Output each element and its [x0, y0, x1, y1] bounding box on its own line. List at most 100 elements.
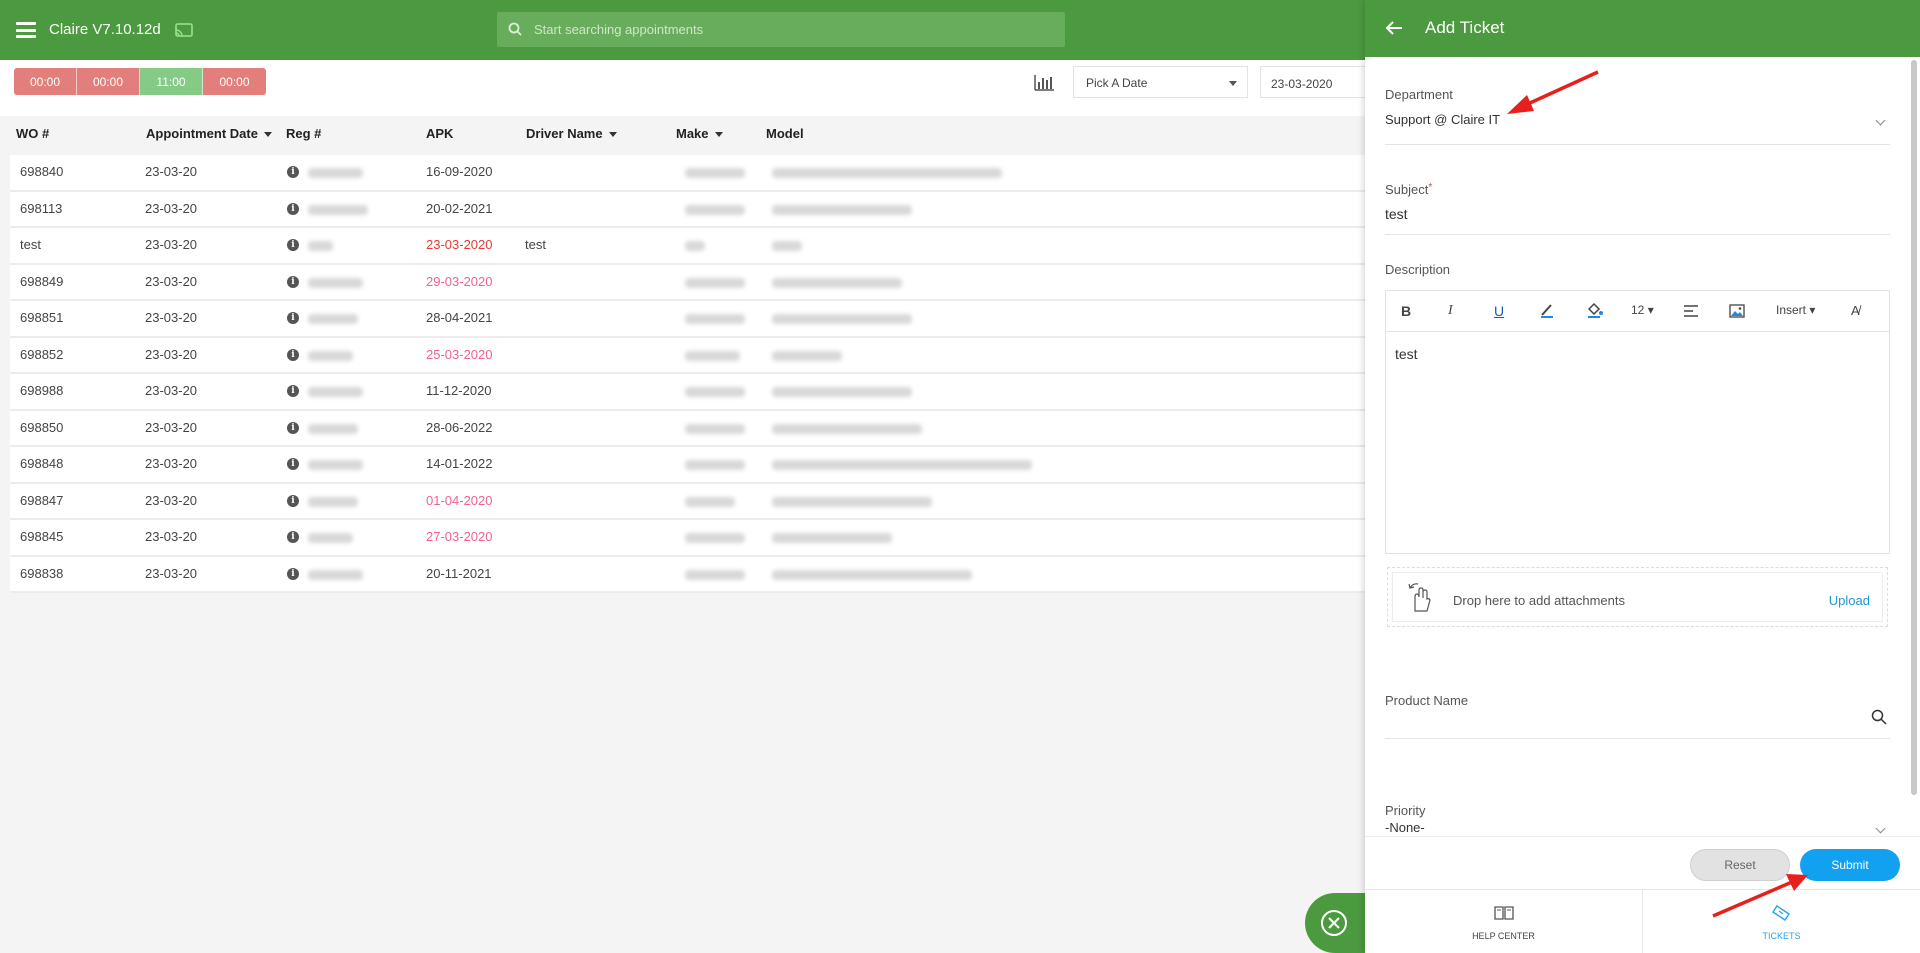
chat-fab[interactable]	[1305, 893, 1367, 953]
department-select[interactable]: Support @ Claire IT	[1385, 112, 1500, 127]
redacted-reg	[308, 533, 353, 543]
col-driver-name-label: Driver Name	[526, 126, 603, 141]
fill-color-icon[interactable]	[1586, 302, 1604, 318]
nav-help-center-label: HELP CENTER	[1472, 931, 1535, 941]
table-row[interactable]: test 23-03-20 i 23-03-2020 test	[10, 228, 1365, 265]
info-icon[interactable]: i	[287, 348, 299, 361]
table-row[interactable]: 698988 23-03-20 i 11-12-2020	[10, 374, 1365, 411]
col-appointment-date[interactable]: Appointment Date	[146, 126, 272, 141]
col-apk-label: APK	[426, 126, 454, 141]
attachment-dropzone[interactable]: Drop here to add attachments Upload	[1387, 567, 1888, 627]
cast-icon[interactable]	[175, 23, 193, 39]
redacted-reg	[308, 569, 363, 580]
date-field[interactable]: 23-03-2020	[1260, 66, 1380, 98]
col-reg[interactable]: Reg #	[286, 126, 321, 141]
col-make-label: Make	[676, 126, 709, 141]
info-icon[interactable]: i	[287, 275, 299, 288]
priority-select[interactable]: -None-	[1385, 820, 1425, 835]
font-size-value: 12	[1631, 303, 1645, 317]
table-row[interactable]: 698845 23-03-20 i 27-03-2020	[10, 520, 1365, 557]
time-slot[interactable]: 00:00	[77, 68, 140, 95]
cell-apk: 20-02-2021	[426, 200, 493, 216]
pick-date-select[interactable]: Pick A Date	[1073, 66, 1248, 98]
attachment-dropzone-inner: Drop here to add attachments Upload	[1392, 572, 1883, 622]
table-row[interactable]: 698848 23-03-20 i 14-01-2022	[10, 447, 1365, 484]
redacted-make	[685, 496, 735, 507]
time-slot[interactable]: 11:00	[140, 68, 203, 95]
redacted-make	[685, 241, 705, 251]
cell-appointment-date: 23-03-20	[145, 529, 198, 544]
redacted-reg	[308, 423, 358, 434]
annotation-arrow	[1507, 70, 1599, 114]
info-icon[interactable]: i	[287, 239, 299, 251]
table-row[interactable]: 698838 23-03-20 i 20-11-2021	[10, 556, 1365, 593]
time-slot[interactable]: 00:00	[203, 68, 266, 95]
info-icon[interactable]: i	[287, 567, 299, 580]
upload-link[interactable]: Upload	[1829, 593, 1870, 608]
back-arrow-icon[interactable]	[1385, 20, 1403, 36]
table-row[interactable]: 698850 23-03-20 i 28-06-2022	[10, 410, 1365, 447]
table-row[interactable]: 698851 23-03-20 i 28-04-2021	[10, 301, 1365, 338]
bar-chart-icon[interactable]	[1034, 74, 1054, 91]
col-wo[interactable]: WO #	[16, 126, 49, 141]
col-apk[interactable]: APK	[426, 126, 453, 141]
table-row[interactable]: 698113 23-03-20 i 20-02-2021	[10, 191, 1365, 228]
controls-row: 00:00 00:00 11:00 00:00 Pick A Date 23-03-2…	[0, 60, 1380, 116]
font-size-select[interactable]: 12 ▾	[1631, 303, 1654, 317]
attachment-hint: Drop here to add attachments	[1453, 593, 1625, 608]
info-icon[interactable]: i	[287, 385, 299, 397]
cell-wo: 698852	[20, 346, 64, 362]
cell-wo: 698847	[20, 492, 64, 508]
italic-button[interactable]: I	[1448, 303, 1453, 319]
redacted-make	[685, 423, 745, 434]
col-driver-name[interactable]: Driver Name	[526, 126, 617, 141]
cell-appointment-date: 23-03-20	[145, 310, 198, 325]
table-row[interactable]: 698840 23-03-20 i 16-09-2020	[10, 155, 1365, 192]
row-bg	[766, 228, 1158, 263]
hamburger-menu-icon[interactable]	[16, 22, 36, 38]
bold-button[interactable]: B	[1401, 303, 1411, 319]
underline-button[interactable]: U	[1494, 303, 1504, 319]
col-model-label: Model	[766, 126, 804, 141]
text-color-icon[interactable]	[1539, 302, 1555, 318]
info-icon[interactable]: i	[287, 531, 299, 543]
search-input[interactable]	[534, 12, 1054, 47]
info-icon[interactable]: i	[287, 166, 299, 178]
cell-apk: 20-11-2021	[426, 565, 492, 581]
drag-hand-icon	[1408, 583, 1431, 612]
panel-scrollbar[interactable]	[1911, 60, 1917, 795]
align-icon[interactable]	[1684, 305, 1698, 317]
submit-button[interactable]: Submit	[1800, 849, 1900, 881]
time-slot[interactable]: 00:00	[14, 68, 77, 95]
redacted-reg	[308, 204, 368, 215]
table-row[interactable]: 698847 23-03-20 i 01-04-2020	[10, 483, 1365, 520]
clear-format-icon[interactable]: A̸	[1851, 303, 1860, 318]
info-icon[interactable]: i	[287, 312, 299, 324]
redacted-model	[772, 277, 902, 288]
table-row[interactable]: 698852 23-03-20 i 25-03-2020	[10, 337, 1365, 374]
nav-tickets-label: TICKETS	[1762, 931, 1801, 941]
description-content[interactable]: test	[1395, 346, 1418, 362]
cell-appointment-date: 23-03-20	[145, 383, 198, 398]
cell-apk: 27-03-2020	[426, 529, 493, 544]
cell-appointment-date: 23-03-20	[145, 565, 198, 581]
col-make[interactable]: Make	[676, 126, 723, 141]
insert-dropdown[interactable]: Insert ▾	[1776, 303, 1815, 317]
info-icon[interactable]: i	[287, 494, 299, 507]
redacted-make	[685, 277, 745, 288]
nav-help-center[interactable]: HELP CENTER	[1365, 890, 1642, 953]
info-icon[interactable]: i	[287, 458, 299, 470]
cell-appointment-date: 23-03-20	[145, 346, 198, 362]
cell-driver-name: test	[525, 237, 546, 252]
info-icon[interactable]: i	[287, 421, 299, 434]
subject-input[interactable]: test	[1385, 206, 1408, 222]
chevron-down-icon	[1875, 823, 1886, 834]
info-icon[interactable]: i	[287, 202, 299, 215]
image-icon[interactable]	[1729, 304, 1745, 318]
col-model[interactable]: Model	[766, 126, 804, 141]
divider	[1385, 234, 1890, 235]
cell-appointment-date: 23-03-20	[145, 237, 198, 252]
table-row[interactable]: 698849 23-03-20 i 29-03-2020	[10, 264, 1365, 301]
search-icon[interactable]	[1871, 709, 1887, 725]
redacted-reg	[308, 241, 333, 251]
